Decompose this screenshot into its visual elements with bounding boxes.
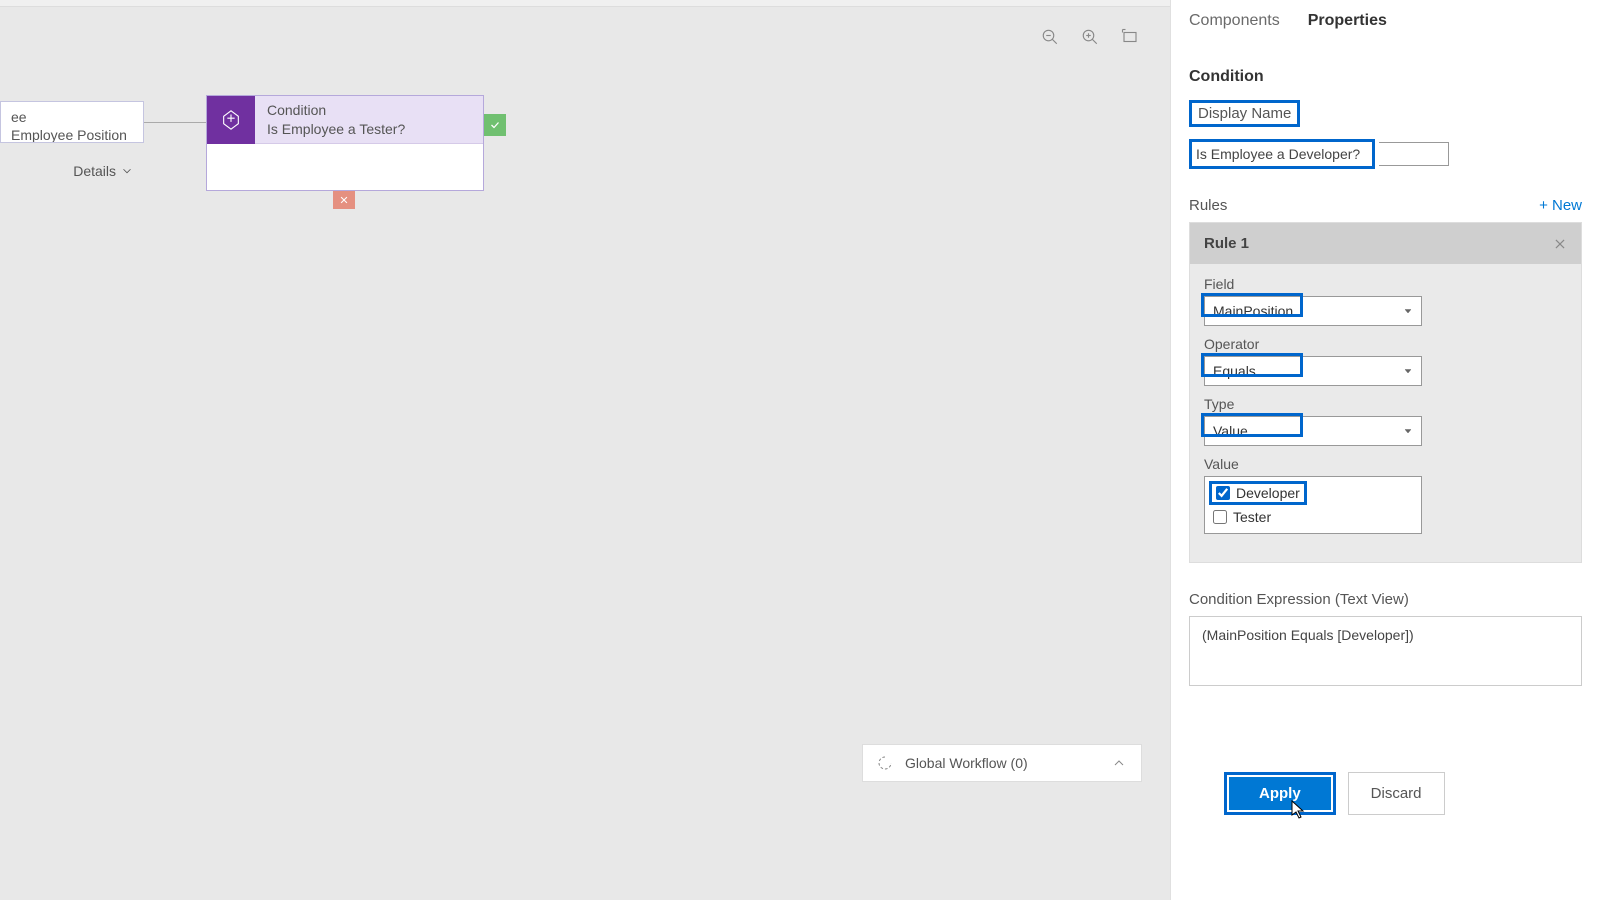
entity-node[interactable]: ee Employee Position bbox=[0, 101, 144, 143]
tab-components[interactable]: Components bbox=[1189, 12, 1280, 30]
fit-screen-button[interactable] bbox=[1110, 22, 1150, 52]
expression-textview: (MainPosition Equals [Developer]) bbox=[1189, 616, 1582, 686]
loading-icon bbox=[877, 755, 893, 771]
value-label: Value bbox=[1204, 456, 1567, 472]
type-label: Type bbox=[1204, 396, 1567, 412]
operator-label: Operator bbox=[1204, 336, 1567, 352]
rules-label: Rules bbox=[1189, 197, 1227, 214]
new-rule-button[interactable]: + New bbox=[1539, 197, 1582, 214]
type-select[interactable]: Value bbox=[1204, 416, 1422, 446]
properties-panel: Components Properties Condition Display … bbox=[1170, 0, 1600, 900]
condition-heading: Condition bbox=[1171, 38, 1600, 96]
display-name-label: Display Name bbox=[1189, 100, 1300, 127]
value-option-developer[interactable]: Developer bbox=[1209, 481, 1307, 505]
zoom-in-button[interactable] bbox=[1070, 22, 1110, 52]
details-toggle[interactable]: Details bbox=[0, 157, 144, 185]
condition-node[interactable]: Condition Is Employee a Tester? bbox=[206, 95, 484, 191]
tab-properties[interactable]: Properties bbox=[1308, 12, 1387, 30]
value-checkbox-developer[interactable] bbox=[1216, 486, 1230, 500]
value-checkbox-tester[interactable] bbox=[1213, 510, 1227, 524]
zoom-out-button[interactable] bbox=[1030, 22, 1070, 52]
rule-title: Rule 1 bbox=[1204, 235, 1249, 252]
chevron-up-icon bbox=[1111, 755, 1127, 771]
close-icon[interactable] bbox=[1553, 237, 1567, 251]
expression-label: Condition Expression (Text View) bbox=[1171, 563, 1600, 616]
operator-select[interactable]: Equals bbox=[1204, 356, 1422, 386]
field-select[interactable]: MainPosition bbox=[1204, 296, 1422, 326]
display-name-input[interactable] bbox=[1192, 142, 1372, 166]
field-label: Field bbox=[1204, 276, 1567, 292]
condition-title: Is Employee a Tester? bbox=[267, 120, 405, 138]
discard-button[interactable]: Discard bbox=[1348, 772, 1445, 815]
connector-line bbox=[144, 122, 206, 123]
false-branch-badge[interactable] bbox=[333, 191, 355, 209]
apply-button[interactable]: Apply bbox=[1229, 777, 1331, 810]
workflow-canvas[interactable]: ee Employee Position Details Condition I… bbox=[0, 7, 1170, 900]
value-option-tester[interactable]: Tester bbox=[1213, 507, 1413, 527]
rule-card: Rule 1 Field MainPosition Operator Equal… bbox=[1189, 222, 1582, 563]
value-options: Developer Tester bbox=[1204, 476, 1422, 534]
condition-icon bbox=[207, 96, 255, 144]
entity-subtitle: Employee Position bbox=[11, 126, 127, 142]
global-workflow-label: Global Workflow (0) bbox=[905, 755, 1028, 771]
true-branch-badge[interactable] bbox=[484, 114, 506, 136]
entity-title: ee bbox=[11, 108, 127, 126]
condition-type-label: Condition bbox=[267, 101, 405, 119]
global-workflow-panel[interactable]: Global Workflow (0) bbox=[862, 744, 1142, 782]
